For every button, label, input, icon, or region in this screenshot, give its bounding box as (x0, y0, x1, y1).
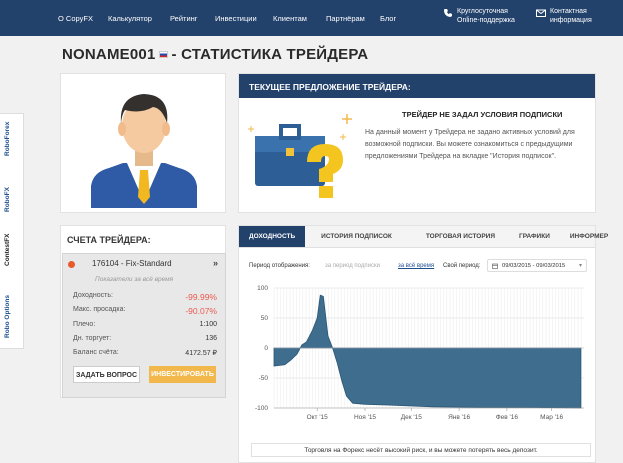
contacts-line2: информация (550, 17, 592, 24)
account-row: Баланс счёта: 4172.57 ₽ (73, 349, 217, 357)
offer-title: ТРЕЙДЕР НЕ ЗАДАЛ УСЛОВИЯ ПОДПИСКИ (402, 110, 563, 119)
row-value: -90.07% (185, 306, 217, 316)
nav-item-rating[interactable]: Рейтинг (170, 14, 198, 23)
chevron-down-icon: ▾ (578, 263, 582, 269)
trader-accounts-card: СЧЕТА ТРЕЙДЕРА: 176104 - Fix-Standard » … (60, 225, 226, 398)
row-value: 1:100 (199, 321, 217, 328)
row-label: Баланс счёта: (73, 349, 119, 356)
support-line1: Круглосуточная (457, 8, 508, 15)
y-tick-label: 100 (257, 285, 268, 292)
row-value: -99.99% (185, 292, 217, 302)
side-tab-contestfx[interactable]: ContestFX (4, 234, 11, 267)
account-id: 176104 - Fix-Standard (92, 259, 172, 268)
row-value: 4172.57 ₽ (185, 350, 217, 357)
y-tick-label: -100 (255, 405, 268, 412)
accounts-header: СЧЕТА ТРЕЙДЕРА: (67, 235, 151, 245)
date-range-picker[interactable]: 09/03/2015 - 09/03/2015 ▾ (487, 259, 587, 272)
tab-subscription-history[interactable]: ИСТОРИЯ ПОДПИСОК (311, 226, 402, 247)
x-tick-label: Янв '16 (448, 414, 470, 421)
stats-tabbar: ДОХОДНОСТЬ ИСТОРИЯ ПОДПИСОК ТОРГОВАЯ ИСТ… (239, 226, 608, 248)
contacts-link[interactable]: Контактная информация (536, 7, 592, 25)
account-row: Плечо: 1:100 (73, 321, 217, 328)
ask-question-button[interactable]: ЗАДАТЬ ВОПРОС (73, 366, 140, 383)
x-tick-label: Дек '15 (401, 414, 423, 421)
nav-item-calculator[interactable]: Калькулятор (108, 14, 152, 23)
x-tick-label: Ноя '15 (354, 414, 376, 421)
offer-text: На данный момент у Трейдера не задано ак… (365, 129, 575, 160)
own-period-label: Свой период: (443, 263, 481, 269)
stats-panel: ДОХОДНОСТЬ ИСТОРИЯ ПОДПИСОК ТОРГОВАЯ ИСТ… (238, 225, 608, 463)
account-row: Доходность: -99.99% (73, 292, 217, 302)
period-label: Период отображения: (249, 263, 310, 269)
profitability-chart: 100 50 0 -50 -100 Окт '15 Ноя '15 Дек '15 Янв '1… (255, 285, 584, 421)
row-label: Макс. просадка: (73, 306, 126, 313)
account-box: 176104 - Fix-Standard » Показатели за вс… (62, 253, 226, 398)
side-tab-robo-options[interactable]: Robo Options (4, 295, 11, 338)
tab-charts[interactable]: ГРАФИКИ (509, 226, 560, 247)
row-value: 136 (205, 335, 217, 342)
nav-item-blog[interactable]: Блог (380, 14, 396, 23)
current-offer-card: ТЕКУЩЕЕ ПРЕДЛОЖЕНИЕ ТРЕЙДЕРА: ТРЕЙДЕР НЕ… (238, 73, 596, 213)
nav-item-clients[interactable]: Клиентам (273, 14, 307, 23)
row-label: Плечо: (73, 321, 96, 328)
x-tick-label: Окт '15 (307, 414, 329, 421)
y-tick-label: 0 (264, 345, 268, 352)
side-tab-robofx[interactable]: RoboFX (4, 187, 11, 212)
nav-item-investments[interactable]: Инвестиции (215, 14, 257, 23)
x-tick-label: Мар '16 (540, 414, 563, 421)
account-status-dot (68, 261, 75, 268)
envelope-icon (536, 9, 546, 17)
date-range-value: 09/03/2015 - 09/03/2015 (502, 263, 566, 269)
all-time-caption: Показатели за всё время (95, 276, 174, 283)
top-nav: О CopyFX Калькулятор Рейтинг Инвестиции … (0, 0, 623, 36)
y-tick-label: 50 (261, 315, 269, 322)
support-link[interactable]: Круглосуточная Online-поддержка (443, 7, 515, 25)
offer-header: ТЕКУЩЕЕ ПРЕДЛОЖЕНИЕ ТРЕЙДЕРА: (239, 74, 595, 98)
expand-chevron-icon[interactable]: » (213, 258, 218, 268)
invest-button[interactable]: ИНВЕСТИРОВАТЬ (149, 366, 216, 383)
tab-profitability[interactable]: ДОХОДНОСТЬ (239, 226, 306, 247)
tab-trading-history[interactable]: ТОРГОВАЯ ИСТОРИЯ (416, 226, 505, 247)
x-tick-label: Фев '16 (496, 414, 519, 421)
y-tick-label: -50 (259, 375, 269, 382)
period-all-time-link[interactable]: за всё время (398, 263, 434, 269)
page-title: NONAME001 - СТАТИСТИКА ТРЕЙДЕРА (62, 46, 368, 63)
russia-flag-icon (158, 51, 168, 58)
side-tab-roboforex[interactable]: RoboForex (4, 122, 11, 156)
phone-icon (444, 9, 452, 17)
period-subscription-link[interactable]: за период подписки (325, 263, 380, 269)
account-row: Макс. просадка: -90.07% (73, 306, 217, 316)
page-title-suffix: - СТАТИСТИКА ТРЕЙДЕРА (171, 46, 369, 63)
support-line2: Online-поддержка (457, 17, 515, 24)
tab-informer[interactable]: ИНФОРМЕР (560, 226, 618, 247)
side-brand-tabs: RoboForex RoboFX ContestFX Robo Options (0, 113, 24, 349)
row-label: Доходность: (73, 292, 113, 299)
nav-item-partners[interactable]: Партнёрам (326, 14, 365, 23)
account-row: Дн. торгует: 136 (73, 335, 217, 342)
risk-warning: Торговля на Форекс несёт высокий риск, и… (251, 443, 591, 457)
avatar (91, 94, 197, 208)
nav-item-about[interactable]: О CopyFX (58, 14, 93, 23)
trader-name: NONAME001 (62, 46, 156, 63)
trader-avatar-card (60, 73, 226, 213)
briefcase-question-icon (248, 114, 352, 198)
calendar-icon (492, 263, 498, 269)
contacts-line1: Контактная (550, 8, 587, 15)
row-label: Дн. торгует: (73, 335, 112, 342)
